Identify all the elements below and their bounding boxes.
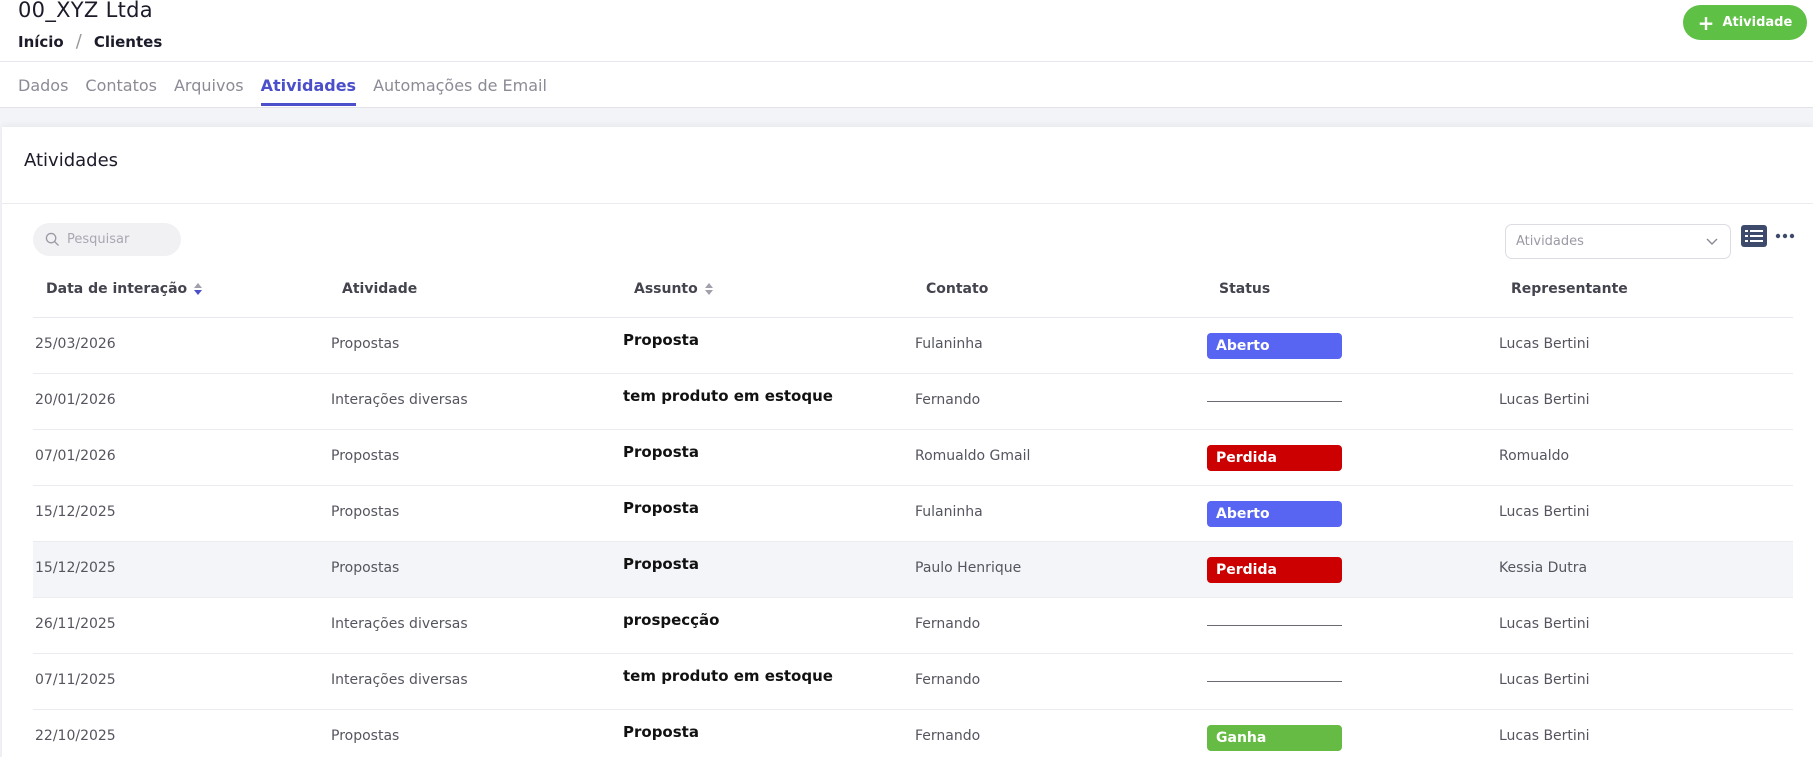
status-badge: Perdida <box>1207 445 1342 471</box>
card-title: Atividades <box>24 150 119 171</box>
cell-representative: Lucas Bertini <box>1499 672 1590 688</box>
cell-representative: Romualdo <box>1499 448 1570 464</box>
breadcrumb: Início / Clientes <box>18 31 162 52</box>
sort-icon[interactable] <box>193 282 203 296</box>
cell-activity: Propostas <box>331 336 400 352</box>
plus-icon: + <box>1697 10 1715 35</box>
cell-representative: Lucas Bertini <box>1499 336 1590 352</box>
cell-date: 07/11/2025 <box>35 672 116 688</box>
activities-card: Atividades Atividades Data de interação <box>2 127 1813 757</box>
cell-activity: Interações diversas <box>331 672 468 688</box>
sort-icon[interactable] <box>704 282 714 296</box>
cell-activity: Propostas <box>331 728 400 744</box>
page-header: 00_XYZ Ltda Início / Clientes + Atividad… <box>0 0 1813 108</box>
cell-subject: tem produto em estoque <box>623 667 833 685</box>
search-input[interactable] <box>67 232 177 247</box>
column-header-date-label: Data de interação <box>46 281 188 297</box>
more-options-icon[interactable] <box>1775 233 1795 239</box>
status-badge: Perdida <box>1207 557 1342 583</box>
cell-contact: Paulo Henrique <box>915 560 1022 576</box>
tab-automacoes-email[interactable]: Automações de Email <box>373 62 547 106</box>
cell-date: 15/12/2025 <box>35 504 116 520</box>
column-header-date[interactable]: Data de interação <box>46 281 203 297</box>
cell-subject: Proposta <box>623 331 699 349</box>
cell-contact: Romualdo Gmail <box>915 448 1031 464</box>
status-empty-line <box>1207 625 1342 626</box>
cell-activity: Propostas <box>331 560 400 576</box>
activity-filter-select[interactable]: Atividades <box>1505 224 1731 259</box>
table-row[interactable]: 22/10/2025 Propostas Proposta Fernando Lucas… <box>33 710 1793 757</box>
search-icon <box>45 232 59 246</box>
chevron-down-icon <box>1706 238 1718 245</box>
tab-bar: Dados Contatos Arquivos Atividades Autom… <box>18 62 564 108</box>
cell-representative: Kessia Dutra <box>1499 560 1588 576</box>
tabs-divider <box>0 107 1813 108</box>
column-header-contact: Contato <box>926 281 989 297</box>
table-header: Data de interação Atividade Assunto Cont… <box>33 263 1793 318</box>
cell-subject: Proposta <box>623 555 699 573</box>
table-row[interactable]: 25/03/2026 Propostas Proposta Fulaninha Luca… <box>33 318 1793 374</box>
cell-contact: Fulaninha <box>915 504 983 520</box>
cell-contact: Fernando <box>915 392 981 408</box>
tab-arquivos[interactable]: Arquivos <box>174 62 244 106</box>
cell-subject: Proposta <box>623 499 699 517</box>
status-empty-line <box>1207 401 1342 402</box>
cell-subject: Proposta <box>623 723 699 741</box>
column-header-activity: Atividade <box>342 281 418 297</box>
breadcrumb-clientes[interactable]: Clientes <box>94 33 162 51</box>
column-header-subject-label: Assunto <box>634 281 698 297</box>
tab-dados[interactable]: Dados <box>18 62 68 106</box>
cell-date: 07/01/2026 <box>35 448 116 464</box>
table-row[interactable]: 15/12/2025 Propostas Proposta Paulo Henriqu… <box>33 542 1793 598</box>
cell-activity: Interações diversas <box>331 392 468 408</box>
cell-representative: Lucas Bertini <box>1499 616 1590 632</box>
tab-contatos[interactable]: Contatos <box>85 62 157 106</box>
column-header-representative: Representante <box>1511 281 1628 297</box>
cell-date: 20/01/2026 <box>35 392 116 408</box>
cell-date: 22/10/2025 <box>35 728 116 744</box>
cell-subject: Proposta <box>623 443 699 461</box>
company-name: 00_XYZ Ltda <box>18 0 153 22</box>
table-row[interactable]: 07/11/2025 Interações diversas tem produto… <box>33 654 1793 710</box>
card-divider <box>2 203 1813 204</box>
cell-contact: Fernando <box>915 728 981 744</box>
cell-activity: Propostas <box>331 504 400 520</box>
breadcrumb-separator: / <box>75 31 82 52</box>
status-empty-line <box>1207 681 1342 682</box>
cell-date: 26/11/2025 <box>35 616 116 632</box>
cell-contact: Fernando <box>915 616 981 632</box>
breadcrumb-home[interactable]: Início <box>18 33 64 51</box>
cell-date: 25/03/2026 <box>35 336 116 352</box>
activities-table: Data de interação Atividade Assunto Cont… <box>33 263 1793 757</box>
cell-date: 15/12/2025 <box>35 560 116 576</box>
status-badge: Aberto <box>1207 333 1342 359</box>
add-activity-label: Atividade <box>1722 15 1793 30</box>
cell-representative: Lucas Bertini <box>1499 392 1590 408</box>
table-row[interactable]: 15/12/2025 Propostas Proposta Fulaninha Luca… <box>33 486 1793 542</box>
cell-contact: Fulaninha <box>915 336 983 352</box>
cell-representative: Lucas Bertini <box>1499 504 1590 520</box>
cell-contact: Fernando <box>915 672 981 688</box>
status-badge: Aberto <box>1207 501 1342 527</box>
column-header-status: Status <box>1219 281 1271 297</box>
list-view-icon[interactable] <box>1741 225 1767 247</box>
cell-subject: prospecção <box>623 611 720 629</box>
table-body: 25/03/2026 Propostas Proposta Fulaninha Luca… <box>33 318 1793 757</box>
add-activity-button[interactable]: + Atividade <box>1683 5 1807 40</box>
cell-representative: Lucas Bertini <box>1499 728 1590 744</box>
tab-atividades[interactable]: Atividades <box>260 62 357 106</box>
column-header-subject[interactable]: Assunto <box>634 281 714 297</box>
activity-filter-value: Atividades <box>1516 234 1584 249</box>
cell-subject: tem produto em estoque <box>623 387 833 405</box>
status-badge: Ganha <box>1207 725 1342 751</box>
table-row[interactable]: 26/11/2025 Interações diversas prospecção F… <box>33 598 1793 654</box>
cell-activity: Interações diversas <box>331 616 468 632</box>
cell-activity: Propostas <box>331 448 400 464</box>
search-box[interactable] <box>33 223 181 256</box>
table-row[interactable]: 20/01/2026 Interações diversas tem produto… <box>33 374 1793 430</box>
table-row[interactable]: 07/01/2026 Propostas Proposta Romualdo Gmai… <box>33 430 1793 486</box>
